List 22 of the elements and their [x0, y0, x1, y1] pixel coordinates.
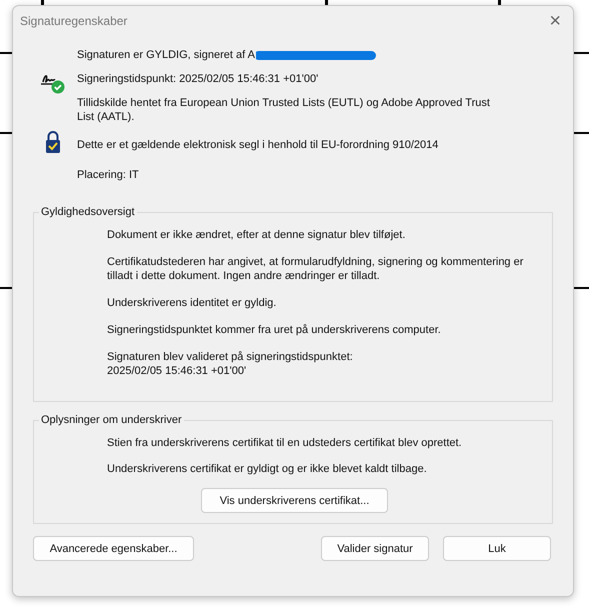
validity-text: Underskriverens identitet er gyldig. — [107, 296, 278, 310]
show-certificate-button[interactable]: Vis underskriverens certifikat... — [201, 488, 388, 513]
summary-text: Placering: IT — [77, 168, 140, 182]
advanced-properties-button[interactable]: Avancerede egenskaber... — [33, 536, 194, 561]
window-title: Signaturegenskaber — [20, 14, 128, 28]
padlock-check-icon — [45, 130, 61, 154]
validate-signature-button[interactable]: Valider signatur — [321, 536, 429, 561]
close-button[interactable]: × — [545, 11, 565, 31]
validity-text: Certifikatudstederen har angivet, at formularudfyldning, signering og kommentering er tilladt i dette dokument. Ingen andre ændringer er tilladt. — [107, 255, 524, 283]
signer-text: Underskriverens certifikat er gyldigt og er ikke blevet kaldt tilbage. — [107, 462, 428, 476]
group-title: Oplysninger om underskriver — [40, 414, 183, 426]
summary-text: Tillidskilde hentet fra European Union Trusted Lists (EUTL) og Adobe Approved Trust List (AATL). — [77, 96, 491, 124]
validity-text: Signeringstidspunktet kommer fra uret på underskriverens computer. — [107, 323, 442, 337]
signature-check-icon — [40, 72, 66, 96]
validity-text: Dokument er ikke ændret, efter at denne signatur blev tilføjet. — [107, 228, 406, 242]
signature-status: Signaturen er GYLDIG, signeret af A — [77, 48, 256, 62]
validity-text: Signaturen blev valideret på signeringstidspunktet: 2025/02/05 15:46:31 +01'00' — [107, 350, 354, 378]
summary-text: Signeringstidspunkt: 2025/02/05 15:46:31 +01'00' — [77, 72, 320, 86]
signer-text: Stien fra underskriverens certifikat til en udsteders certifikat blev oprettet. — [107, 436, 463, 450]
close-dialog-button[interactable]: Luk — [443, 536, 551, 561]
summary-text: Dette er et gældende elektronisk segl i henhold til EU-forordning 910/2014 — [77, 138, 440, 152]
group-title: Gyldighedsoversigt — [40, 206, 136, 218]
